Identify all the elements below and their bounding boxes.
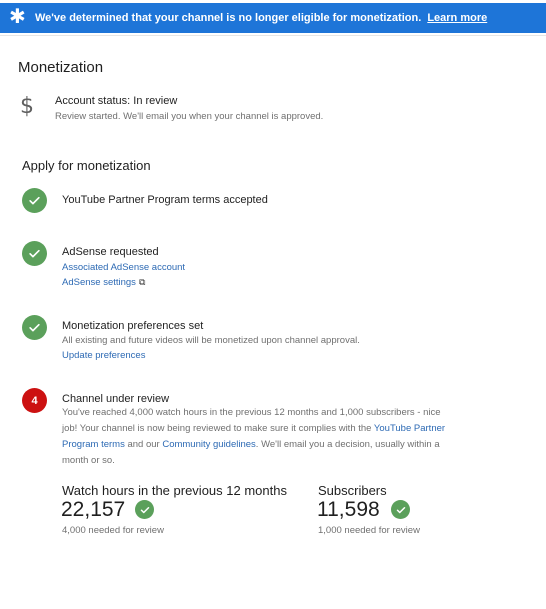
banner-text: We've determined that your channel is no… [35,12,422,24]
step-terms-title: YouTube Partner Program terms accepted [62,194,268,206]
review-text-2: and our [124,439,163,450]
account-status: Account status: In review [55,95,178,107]
update-preferences-link[interactable]: Update preferences [62,350,145,361]
learn-more-link[interactable]: Learn more [427,12,487,24]
watch-hours-note: 4,000 needed for review [62,525,164,536]
subscribers-note: 1,000 needed for review [318,525,420,536]
check-circle-icon [135,500,154,519]
watch-hours-value: 22,157 [61,498,126,521]
external-link-icon: ⧉ [138,277,146,287]
check-circle-icon [391,500,410,519]
page-title: Monetization [18,59,104,76]
watch-hours-label: Watch hours in the previous 12 months [62,483,287,498]
banner-message: We've determined that your channel is no… [35,12,487,24]
ineligibility-banner: ✱ We've determined that your channel is … [0,3,546,33]
subscribers-label: Subscribers [318,483,387,498]
divider [0,35,546,36]
check-circle-icon [22,188,47,213]
step-number-badge: 4 [22,388,47,413]
associated-adsense-link[interactable]: Associated AdSense account [62,262,185,273]
adsense-settings-label: AdSense settings [62,277,136,288]
account-status-detail: Review started. We'll email you when you… [55,111,324,122]
step-preferences-detail: All existing and future videos will be m… [62,335,360,346]
subscribers-value: 11,598 [317,498,380,521]
star-icon: ✱ [9,6,26,28]
adsense-settings-link[interactable]: AdSense settings ⧉ [62,277,145,288]
step-preferences-title: Monetization preferences set [62,320,204,332]
step-review-title: Channel under review [62,393,170,405]
community-guidelines-link[interactable]: Community guidelines [162,439,255,450]
step-adsense-title: AdSense requested [62,246,159,258]
check-circle-icon [22,241,47,266]
apply-section-title: Apply for monetization [22,158,151,173]
check-circle-icon [22,315,47,340]
dollar-icon: $ [20,94,34,119]
step-review-detail: You've reached 4,000 watch hours in the … [62,405,452,469]
